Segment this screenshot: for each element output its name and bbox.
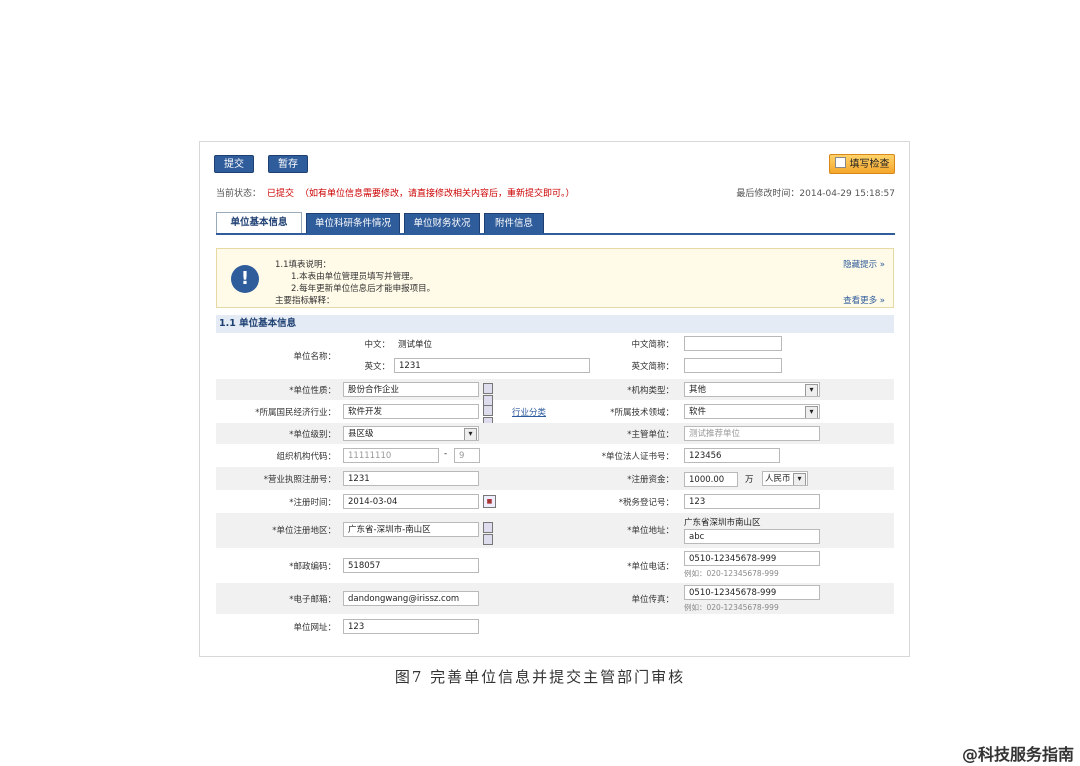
tab-finance[interactable]: 单位财务状况 [404, 213, 480, 233]
row-org-code: 组织机构代码： 11111110 - 9 *单位法人证书号： 123456 [216, 445, 894, 466]
tech-field-label: *所属技术领域： [610, 408, 674, 418]
status-line: 当前状态： 已提交 （如有单位信息需要修改，请直接修改相关内容后，重新提交即可。） [216, 186, 575, 199]
save-draft-button[interactable]: 暂存 [268, 155, 308, 173]
row-email: *电子邮箱： dandongwang@irissz.com 单位传真： 0510… [216, 583, 894, 614]
watermark: @科技服务指南 [961, 745, 1074, 764]
last-modified: 最后修改时间：2014-04-29 15:18:57 [736, 189, 895, 199]
postcode-input[interactable]: 518057 [343, 558, 479, 573]
reg-area-label: *单位注册地区： [272, 526, 336, 536]
status-value: 已提交 [267, 189, 295, 199]
figure-caption: 图7 完善单位信息并提交主管部门审核 [394, 668, 686, 686]
section-title: 1.1 单位基本信息 [216, 315, 894, 333]
unit-name-label: 单位名称： [293, 352, 336, 362]
phone-label: *单位电话： [627, 562, 674, 572]
website-input[interactable]: 123 [343, 619, 479, 634]
tax-input[interactable]: 123 [684, 494, 820, 509]
tab-attachments[interactable]: 附件信息 [484, 213, 544, 233]
org-type-label: *机构类型： [627, 386, 674, 396]
info-icon: ! [231, 265, 259, 293]
nature-input[interactable]: 股份合作企业 [343, 382, 479, 397]
notice-item-1: 1.本表由单位管理员填写并管理。 [291, 272, 419, 282]
capital-unit: 万 [745, 475, 754, 485]
org-code-input[interactable]: 11111110 [343, 448, 439, 463]
email-label: *电子邮箱： [289, 595, 336, 605]
status-note: （如有单位信息需要修改，请直接修改相关内容后，重新提交即可。） [300, 189, 575, 199]
reg-area-picker-icon[interactable] [483, 522, 503, 545]
reg-date-input[interactable]: 2014-03-04 [343, 494, 479, 509]
org-code-check-input[interactable]: 9 [454, 448, 480, 463]
row-industry: *所属国民经济行业： 软件开发 行业分类 *所属技术领域： 软件 [216, 401, 894, 428]
tech-field-select[interactable]: 软件 [684, 404, 820, 419]
row-reg-date: *注册时间： 2014-03-04 ■ *税务登记号： 123 [216, 491, 894, 512]
org-code-dash: - [444, 449, 448, 459]
fill-check-label: 填写检查 [849, 159, 890, 170]
license-label: *营业执照注册号： [263, 475, 336, 485]
nature-label: *单位性质： [289, 386, 336, 396]
currency-select[interactable]: 人民币 [762, 471, 808, 486]
tax-label: *税务登记号： [618, 498, 674, 508]
tab-research-conditions[interactable]: 单位科研条件情况 [306, 213, 400, 233]
org-code-label: 组织机构代码： [276, 452, 336, 462]
tab-basic-info[interactable]: 单位基本信息 [216, 212, 302, 234]
phone-hint: 例如：020-12345678-999 [684, 569, 779, 578]
fill-check-button[interactable]: 填写检查 [829, 154, 895, 174]
see-more-link[interactable]: 查看更多 » [843, 294, 885, 306]
cn-label: 中文： [364, 340, 390, 350]
fax-label: 单位传真： [631, 595, 674, 605]
website-label: 单位网址： [293, 623, 336, 633]
email-input[interactable]: dandongwang@irissz.com [343, 591, 479, 606]
industry-input[interactable]: 软件开发 [343, 404, 479, 419]
notice-title: 1.1填表说明： [275, 260, 332, 270]
org-type-select[interactable]: 其他 [684, 382, 820, 397]
tab-underline [216, 233, 895, 235]
industry-label: *所属国民经济行业： [255, 408, 336, 418]
row-postcode: *邮政编码： 518057 *单位电话： 0510-12345678-999 例… [216, 549, 894, 582]
supervisor-label: *主管单位： [627, 430, 674, 440]
hide-tip-link[interactable]: 隐藏提示 » [843, 258, 885, 270]
en-abbr-input[interactable] [684, 358, 782, 373]
level-label: *单位级别： [289, 430, 336, 440]
calendar-icon[interactable]: ■ [483, 495, 496, 508]
edit-icon [834, 157, 846, 168]
form-window: 提交 暂存 填写检查 当前状态： 已提交 （如有单位信息需要修改，请直接修改相关内容… [199, 141, 910, 657]
cn-name-value: 测试单位 [398, 340, 433, 350]
row-website: 单位网址： 123 [216, 615, 894, 637]
cn-abbr-input[interactable] [684, 336, 782, 351]
row-license: *营业执照注册号： 1231 *注册资金： 1000.00 万 人民币 [216, 467, 894, 490]
row-reg-area: *单位注册地区： 广东省-深圳市-南山区 *单位地址： 广东省深圳市南山区 ab… [216, 513, 894, 548]
fax-input[interactable]: 0510-12345678-999 [684, 585, 820, 600]
status-label: 当前状态： [216, 189, 262, 199]
capital-input[interactable]: 1000.00 [684, 472, 738, 487]
submit-button[interactable]: 提交 [214, 155, 254, 173]
postcode-label: *邮政编码： [289, 562, 336, 572]
license-input[interactable]: 1231 [343, 471, 479, 486]
en-abbr-label: 英文简称： [631, 362, 674, 372]
level-select[interactable]: 县区级 [343, 426, 479, 441]
reg-date-label: *注册时间： [289, 498, 336, 508]
address-prefix: 广东省深圳市南山区 [684, 518, 761, 528]
notice-item-2: 2.每年更新单位信息后才能申报项目。 [291, 284, 436, 294]
legal-cert-label: *单位法人证书号： [601, 452, 674, 462]
row-unit-name: 单位名称： 中文： 测试单位 英文： 1231 中文简称： 英文简称： [216, 334, 894, 378]
address-input[interactable]: abc [684, 529, 820, 544]
row-level: *单位级别： 县区级 *主管单位： 测试推荐单位 [216, 423, 894, 444]
reg-area-input[interactable]: 广东省-深圳市-南山区 [343, 522, 479, 537]
capital-label: *注册资金： [627, 475, 674, 485]
row-nature: *单位性质： 股份合作企业 *机构类型： 其他 [216, 379, 894, 406]
supervisor-input[interactable]: 测试推荐单位 [684, 426, 820, 441]
address-label: *单位地址： [627, 526, 674, 536]
legal-cert-input[interactable]: 123456 [684, 448, 780, 463]
industry-category-link[interactable]: 行业分类 [512, 406, 546, 418]
industry-picker-icon[interactable] [483, 405, 503, 428]
cn-abbr-label: 中文简称： [631, 340, 674, 350]
notice-box: ! 1.1填表说明： 1.本表由单位管理员填写并管理。 2.每年更新单位信息后才… [216, 248, 894, 308]
en-label: 英文： [364, 362, 390, 372]
phone-input[interactable]: 0510-12345678-999 [684, 551, 820, 566]
notice-indicators: 主要指标解释： [275, 296, 335, 306]
fax-hint: 例如：020-12345678-999 [684, 603, 779, 612]
nature-picker-icon[interactable] [483, 383, 503, 406]
